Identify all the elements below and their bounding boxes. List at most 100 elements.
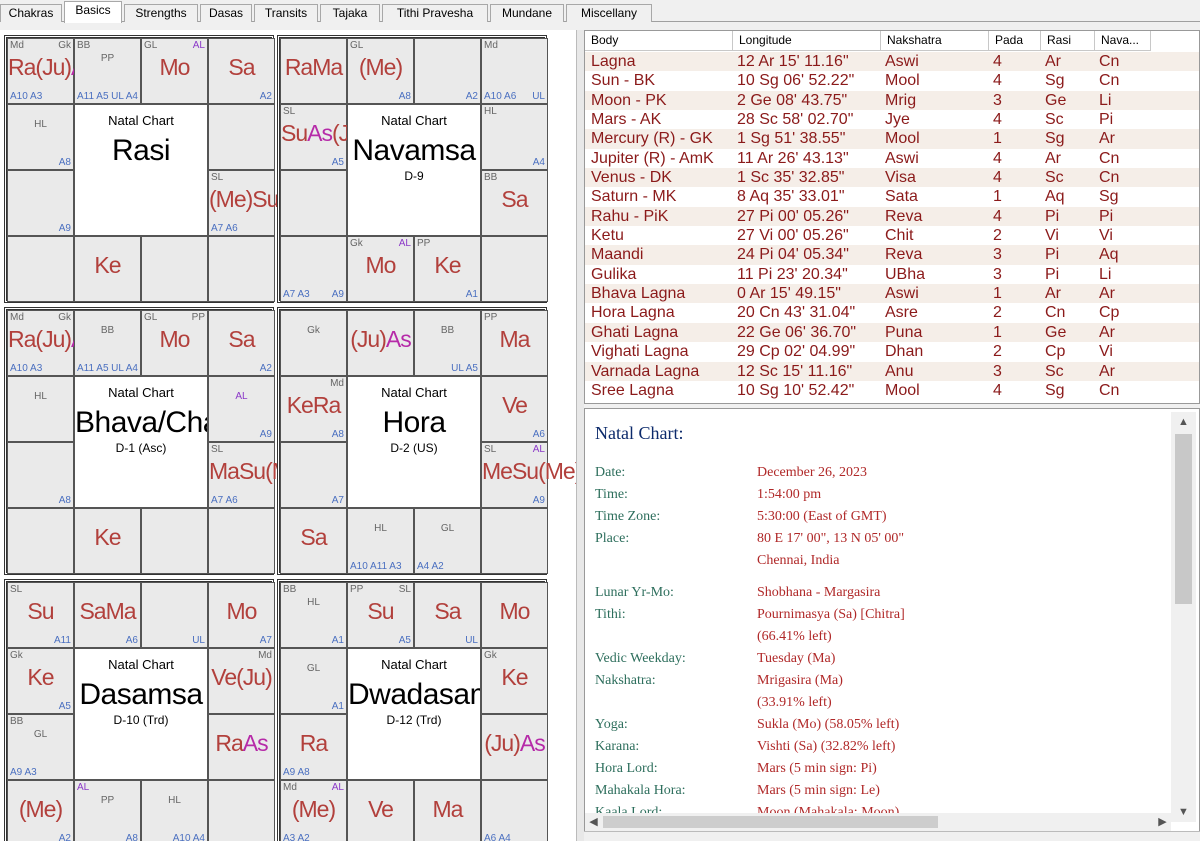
chart-house[interactable]	[208, 236, 275, 302]
table-row[interactable]: Ghati Lagna 22 Ge 06' 36.70" Puna 1 Ge Ar	[585, 322, 1199, 343]
chart-house[interactable]: Sa BB	[481, 170, 548, 236]
table-row[interactable]: Hora Lagna 20 Cn 43' 31.04" Asre 2 Cn Cp	[585, 303, 1199, 322]
chart-house[interactable]: Sa A2	[208, 38, 275, 104]
table-row[interactable]: Mars - AK 28 Sc 58' 02.70" Jye 4 Sc Pi	[585, 110, 1199, 129]
chart-house[interactable]: Ke Gk	[481, 648, 548, 714]
chart-house[interactable]: Ma PP	[481, 310, 548, 376]
tab-basics[interactable]: Basics	[64, 1, 122, 23]
chart-house[interactable]: Md A10 A6 UL	[481, 38, 548, 104]
scroll-thumb[interactable]	[603, 816, 938, 828]
chart-house[interactable]: A8	[7, 442, 74, 508]
table-row[interactable]: Vighati Lagna 29 Cp 02' 04.99" Dhan 2 Cp Vi	[585, 342, 1199, 361]
chart-house[interactable]: (Me)SuVeMa SL A7 A6	[208, 170, 334, 236]
chart-house[interactable]: MeSu(Me) SL AL A9	[481, 442, 576, 508]
chart-house[interactable]: Mo A7	[208, 582, 275, 648]
chart-house[interactable]: A9	[7, 170, 74, 236]
chart-house[interactable]: (Me) A2	[7, 780, 74, 841]
chart-house[interactable]: A8 HL	[7, 104, 74, 170]
chart-house[interactable]: Su PP SL A5	[347, 582, 414, 648]
chart-house[interactable]: A2	[414, 38, 481, 104]
column-header[interactable]: Longitude	[733, 31, 881, 51]
chart-house[interactable]: A6 A4	[481, 780, 548, 841]
chart-rasi[interactable]: Ra(Ju)AsMdGkA10 A3BBA11 A5UL A4PPMoGLALS…	[4, 35, 334, 303]
table-row[interactable]: Moon - PK 2 Ge 08' 43.75" Mrig 3 Ge Li	[585, 90, 1199, 111]
chart-house[interactable]: Sa UL	[414, 582, 481, 648]
chart-house[interactable]: Ke	[74, 236, 141, 302]
chart-house[interactable]	[208, 104, 275, 170]
details-vertical-scrollbar[interactable]: ▲ ▼	[1171, 412, 1196, 822]
chart-house[interactable]: KeRa Md A8	[280, 376, 347, 442]
table-row[interactable]: Saturn - MK 8 Aq 35' 33.01" Sata 1 Aq Sg	[585, 187, 1199, 206]
chart-house[interactable]: Mo GL PP	[141, 310, 208, 376]
table-row[interactable]: Bhava Lagna 0 Ar 15' 49.15" Aswi 1 Ar Ar	[585, 284, 1199, 304]
chart-house[interactable]: Ke	[74, 508, 141, 574]
chart-bhava-chalit[interactable]: Ra(Ju)As Md Gk A10 A3 A11 A5UL A4 BB MoGL PP Sa A…	[4, 307, 334, 575]
chart-house[interactable]: Mo	[481, 582, 548, 648]
column-header[interactable]: Pada	[989, 31, 1041, 51]
pane-splitter[interactable]	[576, 30, 584, 841]
tab-chakras[interactable]: Chakras	[0, 4, 62, 22]
chart-house[interactable]: HL A4	[481, 104, 548, 170]
chart-house[interactable]: BB A11 A5 UL A4 PP	[74, 38, 141, 104]
chart-house[interactable]: Ke PP A1	[414, 236, 481, 302]
chart-house[interactable]: Ma	[414, 780, 481, 841]
chart-house[interactable]: A4 A2 GL	[414, 508, 481, 574]
chart-house[interactable]: A11 A5 UL A4 BB	[74, 310, 141, 376]
table-row[interactable]: Mercury (R) - GK 1 Sg 51' 38.55" Mool 1 Sg A…	[585, 129, 1199, 149]
tab-miscellany[interactable]: Miscellany	[566, 4, 652, 22]
column-header[interactable]: Rasi	[1041, 31, 1095, 51]
scroll-thumb[interactable]	[1175, 434, 1192, 604]
table-row[interactable]: Ketu 27 Vi 00' 05.26" Chit 2 Vi Vi	[585, 226, 1199, 245]
chart-dasamsa[interactable]: Su SL A11 SaMa A6 UL Mo A7 Ke Gk A5 Ve(Ju) Md BB A9 A3…	[4, 579, 275, 841]
chart-house[interactable]: Sa A2	[208, 310, 275, 376]
chart-house[interactable]: SuAs(Ju)Ve SL A5	[280, 104, 393, 170]
scroll-up-icon[interactable]: ▲	[1175, 416, 1192, 428]
chart-house[interactable]: Ve A6	[481, 376, 548, 442]
chart-house[interactable]: A10 A4 HL	[141, 780, 208, 841]
scroll-right-icon[interactable]: ▶	[1154, 815, 1171, 828]
chart-house[interactable]: (Ju)As	[481, 714, 548, 780]
column-header[interactable]: Nakshatra	[881, 31, 989, 51]
chart-house[interactable]: Gk	[280, 310, 347, 376]
chart-house[interactable]: Ra A9 A8	[280, 714, 347, 780]
tab-tajaka[interactable]: Tajaka	[320, 4, 380, 22]
chart-house[interactable]: UL	[141, 582, 208, 648]
table-row[interactable]: Lagna 12 Ar 15' 11.16" Aswi 4 Ar Cn	[585, 52, 1199, 72]
chart-house[interactable]: SaMa A6	[74, 582, 141, 648]
details-horizontal-scrollbar[interactable]: ◀ ▶	[585, 813, 1171, 831]
table-row[interactable]: Venus - DK 1 Sc 35' 32.85" Visa 4 Sc Cn	[585, 168, 1199, 188]
table-row[interactable]: Gulika 11 Pi 23' 20.34" UBha 3 Pi Li	[585, 265, 1199, 284]
chart-house[interactable]: (Ju)As	[347, 310, 414, 376]
table-row[interactable]: Rahu - PiK 27 Pi 00' 05.26" Reva 4 Pi Pi	[585, 206, 1199, 227]
table-row[interactable]: Sun - BK 10 Sg 06' 52.22" Mool 4 Sg Cn	[585, 71, 1199, 90]
chart-house[interactable]: BB A1 HL	[280, 582, 347, 648]
column-header[interactable]: Body	[585, 31, 733, 51]
table-row[interactable]: Maandi 24 Pi 04' 05.34" Reva 3 Pi Aq	[585, 245, 1199, 265]
chart-house[interactable]: Ke Gk A5	[7, 648, 74, 714]
table-row[interactable]: Jupiter (R) - AmK 11 Ar 26' 43.13" Aswi 4 Ar…	[585, 149, 1199, 168]
chart-house[interactable]	[141, 508, 208, 574]
tab-mundane[interactable]: Mundane	[490, 4, 564, 22]
chart-house[interactable]: Su SL A11	[7, 582, 74, 648]
chart-house[interactable]: UL A5 BB	[414, 310, 481, 376]
chart-house[interactable]: MaSu(Me)Ve SL A7 A6	[208, 442, 334, 508]
chart-house[interactable]	[481, 508, 548, 574]
chart-house[interactable]: A7 A3 A9	[280, 236, 347, 302]
chart-navamsa[interactable]: RaMa (Me) GL A8 A2 Md A10 A6 UL SuAs(Ju)Ve SL A5 HL…	[277, 35, 548, 303]
chart-dwadasamsa[interactable]: BB A1 HL Su PP SL A5 Sa UL Mo A1 GL Ke Gk Ra A9 A8 (Ju)A…	[277, 579, 548, 841]
column-header[interactable]: Nava...	[1095, 31, 1151, 51]
tab-dasas[interactable]: Dasas	[200, 4, 252, 22]
tab-transits[interactable]: Transits	[254, 4, 318, 22]
chart-house[interactable]: Ve	[347, 780, 414, 841]
chart-house[interactable]: RaAs	[208, 714, 275, 780]
chart-house[interactable]: Mo Gk AL	[347, 236, 414, 302]
chart-house[interactable]: A1 GL	[280, 648, 347, 714]
chart-house[interactable]	[7, 236, 74, 302]
chart-house[interactable]: Ra(Ju)As Md Gk A10 A3	[7, 310, 97, 376]
chart-house[interactable]: Ve(Ju) Md	[208, 648, 275, 714]
chart-house[interactable]: AL A8 PP	[74, 780, 141, 841]
scroll-down-icon[interactable]: ▼	[1175, 806, 1192, 818]
chart-house[interactable]: A10 A11 A3 HL	[347, 508, 414, 574]
chart-house[interactable]: Sa	[280, 508, 347, 574]
chart-house[interactable]: HL	[7, 376, 74, 442]
